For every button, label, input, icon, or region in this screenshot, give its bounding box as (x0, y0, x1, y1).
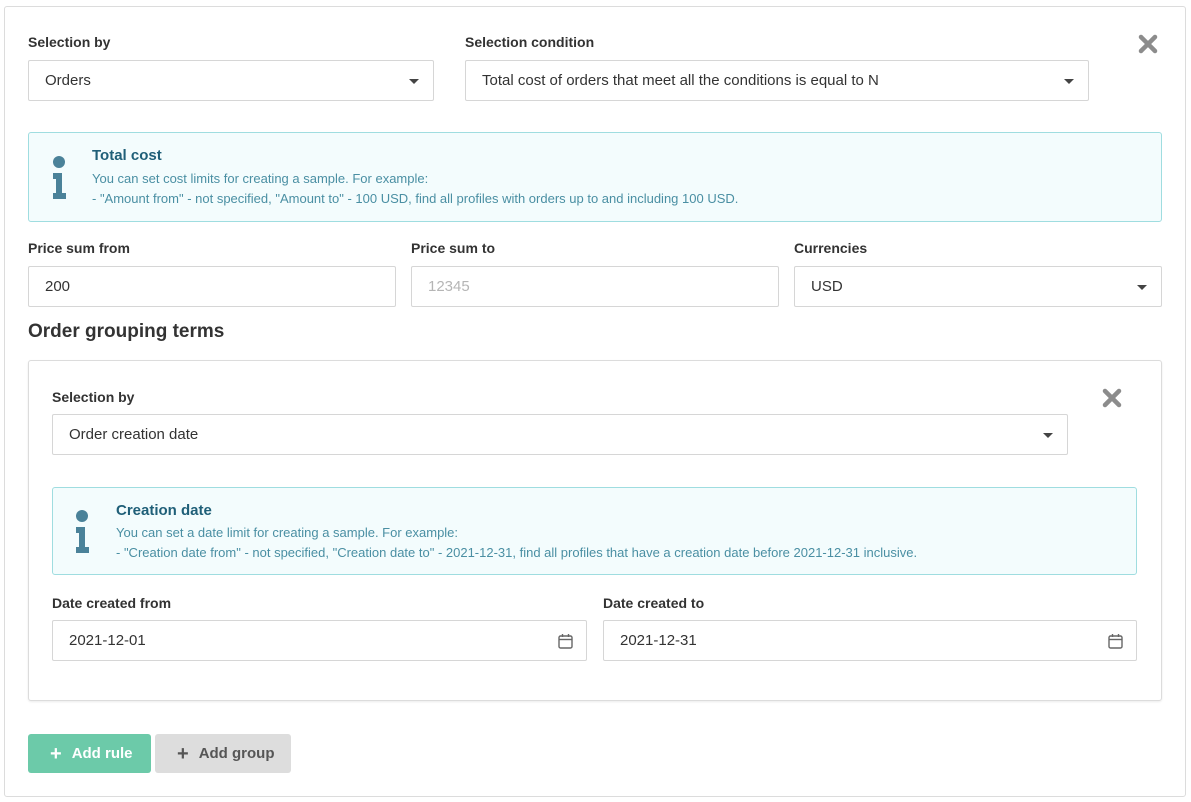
info-total-cost: Total cost You can set cost limits for c… (28, 132, 1162, 222)
add-rule-label: Add rule (71, 745, 133, 762)
chevron-down-icon (409, 79, 419, 84)
selection-by-label: Selection by (28, 34, 111, 50)
grouping-title: Order grouping terms (28, 321, 225, 342)
date-from-input[interactable]: 2021-12-01 (52, 620, 587, 661)
info-title: Total cost (92, 147, 162, 164)
add-group-button[interactable]: + Add group (155, 734, 291, 773)
date-to-label: Date created to (603, 595, 705, 611)
group-selection-by-label: Selection by (52, 389, 135, 405)
add-rule-button[interactable]: + Add rule (28, 734, 151, 773)
info-text-line: - "Amount from" - not specified, "Amount… (92, 191, 739, 206)
chevron-down-icon (1064, 79, 1074, 84)
price-to-placeholder: 12345 (428, 278, 470, 295)
price-from-input[interactable]: 200 (28, 266, 396, 307)
currency-value: USD (811, 278, 843, 295)
info-text-line: You can set cost limits for creating a s… (92, 171, 429, 186)
price-from-value: 200 (45, 278, 71, 295)
price-to-input[interactable]: 12345 (411, 266, 779, 307)
calendar-icon[interactable] (1108, 633, 1123, 649)
group-selection-by-value: Order creation date (69, 426, 199, 443)
selection-by-select[interactable]: Orders (28, 60, 434, 101)
date-to-input[interactable]: 2021-12-31 (603, 620, 1137, 661)
calendar-icon[interactable] (558, 633, 573, 649)
chevron-down-icon (1137, 285, 1147, 290)
info-text-line: - "Creation date from" - not specified, … (116, 545, 918, 560)
price-from-label: Price sum from (28, 240, 130, 256)
group-selection-by-select[interactable]: Order creation date (52, 414, 1068, 455)
date-to-value: 2021-12-31 (620, 632, 697, 649)
plus-icon: + (50, 742, 62, 765)
date-from-value: 2021-12-01 (69, 632, 146, 649)
date-from-label: Date created from (52, 595, 172, 611)
add-group-label: Add group (198, 745, 275, 762)
currencies-select[interactable]: USD (794, 266, 1162, 307)
selection-condition-value: Total cost of orders that meet all the c… (482, 72, 879, 89)
selection-condition-select[interactable]: Total cost of orders that meet all the c… (465, 60, 1089, 101)
info-text-line: You can set a date limit for creating a … (116, 525, 459, 540)
selection-condition-label: Selection condition (465, 34, 595, 50)
info-creation-date: Creation date You can set a date limit f… (52, 487, 1137, 575)
info-title: Creation date (116, 502, 212, 519)
price-to-label: Price sum to (411, 240, 496, 256)
close-rule-icon[interactable] (1138, 34, 1158, 54)
plus-icon: + (177, 742, 189, 765)
info-icon (76, 510, 89, 553)
info-icon (53, 156, 66, 199)
currencies-label: Currencies (794, 240, 868, 256)
close-group-icon[interactable] (1102, 388, 1122, 408)
chevron-down-icon (1043, 433, 1053, 438)
selection-by-value: Orders (45, 72, 91, 89)
